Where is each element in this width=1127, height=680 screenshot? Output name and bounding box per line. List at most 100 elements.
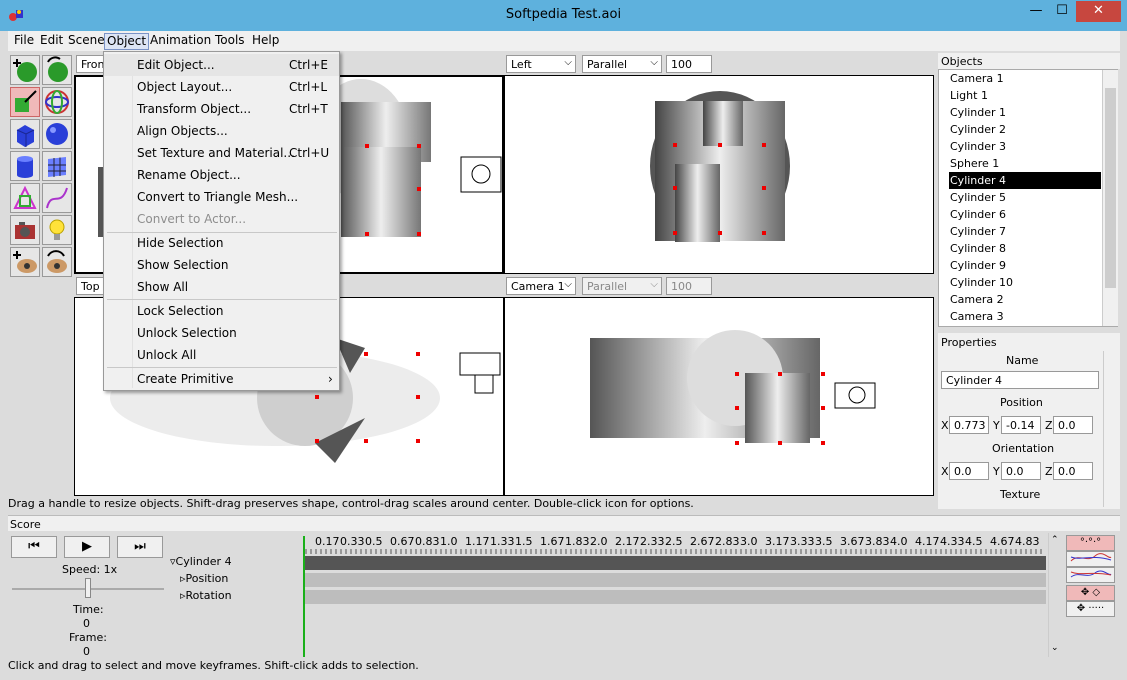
pos-y-label: Y (993, 419, 1000, 432)
list-item[interactable]: Cylinder 1 (949, 104, 1101, 121)
menu-item-align-objects[interactable]: Align Objects... (104, 120, 339, 142)
move-view-icon[interactable] (10, 247, 40, 277)
menu-item-lock-selection[interactable]: Lock Selection (104, 300, 339, 322)
rotate-tool-icon[interactable] (42, 55, 72, 85)
menu-file[interactable]: File (12, 33, 36, 50)
track-bar-rotation[interactable] (304, 590, 1046, 604)
objects-panel-header: Objects (938, 53, 1120, 69)
scale-keyframe-icon[interactable]: ✥ ····· (1066, 601, 1115, 617)
chevron-down-icon[interactable]: ⌄ (1051, 643, 1059, 653)
properties-panel-title: Properties (941, 336, 997, 349)
menu-item-create-primitive[interactable]: Create Primitive › (104, 368, 339, 390)
list-item[interactable]: Cylinder 6 (949, 206, 1101, 223)
cylinder-icon[interactable] (10, 151, 40, 181)
list-item[interactable]: Cylinder 5 (949, 189, 1101, 206)
menu-item-convert-triangle-mesh[interactable]: Convert to Triangle Mesh... (104, 186, 339, 208)
objects-list[interactable]: Camera 1 Light 1 Cylinder 1 Cylinder 2 C… (938, 69, 1118, 327)
position-x-field[interactable]: 0.773 (949, 416, 989, 434)
scale-field[interactable]: 100 (666, 55, 712, 73)
list-item-selected[interactable]: Cylinder 4 (949, 172, 1101, 189)
scale-tool-icon[interactable] (10, 87, 40, 117)
chevron-up-icon[interactable]: ⌃ (1051, 535, 1059, 545)
orientation-z-field[interactable]: 0.0 (1053, 462, 1093, 480)
list-item[interactable]: Cylinder 3 (949, 138, 1101, 155)
menu-item-rename-object[interactable]: Rename Object... (104, 164, 339, 186)
position-z-field[interactable]: 0.0 (1053, 416, 1093, 434)
list-item[interactable]: Cylinder 9 (949, 257, 1101, 274)
polymesh-icon[interactable] (42, 151, 72, 181)
orientation-x-field[interactable]: 0.0 (949, 462, 989, 480)
scroll-thumb[interactable] (1105, 88, 1116, 288)
orient-tool-icon[interactable] (42, 87, 72, 117)
menu-item-show-all[interactable]: Show All (104, 276, 339, 298)
maximize-button[interactable]: ☐ (1049, 1, 1075, 22)
objects-scrollbar[interactable] (1102, 70, 1118, 326)
properties-scrollbar[interactable] (1103, 351, 1119, 507)
minimize-button[interactable]: — (1023, 1, 1049, 22)
list-item[interactable]: Cylinder 8 (949, 240, 1101, 257)
menu-tools[interactable]: Tools (213, 33, 247, 50)
spline-mesh-icon[interactable] (10, 183, 40, 213)
name-field[interactable]: Cylinder 4 (941, 371, 1099, 389)
position-y-field[interactable]: -0.14 (1001, 416, 1041, 434)
viewport-camera[interactable] (504, 297, 934, 496)
menu-item-edit-object[interactable]: Edit Object... Ctrl+E (104, 54, 339, 76)
menu-animation[interactable]: Animation (148, 33, 213, 50)
view-select-left[interactable]: Left ⌵ (506, 55, 576, 73)
curve-view-alt-icon[interactable] (1066, 567, 1115, 583)
track-bar-cylinder[interactable] (304, 556, 1046, 570)
menu-item-set-texture[interactable]: Set Texture and Material... Ctrl+U (104, 142, 339, 164)
keyframe-view-icon[interactable]: °·°·° (1066, 535, 1115, 551)
sphere-icon[interactable] (42, 119, 72, 149)
list-item[interactable]: Camera 3 (949, 308, 1101, 325)
view-select-camera[interactable]: Camera 1 ⌵ (506, 277, 576, 295)
projection-select[interactable]: Parallel ⌵ (582, 55, 662, 73)
menu-item-show-selection[interactable]: Show Selection (104, 254, 339, 276)
track-position[interactable]: ▹Position (180, 572, 228, 585)
menu-item-unlock-selection[interactable]: Unlock Selection (104, 322, 339, 344)
status-text-bottom: Click and drag to select and move keyfra… (8, 659, 419, 672)
window-title: Softpedia Test.aoi (505, 7, 622, 22)
orientation-y-field[interactable]: 0.0 (1001, 462, 1041, 480)
status-text-top: Drag a handle to resize objects. Shift-d… (8, 497, 694, 510)
curve-view-icon[interactable] (1066, 551, 1115, 567)
orient-z-label: Z (1045, 465, 1053, 478)
list-item[interactable]: Cylinder 2 (949, 121, 1101, 138)
list-item[interactable]: Camera 2 (949, 291, 1101, 308)
menu-edit[interactable]: Edit (38, 33, 65, 50)
scale-field-disabled: 100 (666, 277, 712, 295)
viewport-left[interactable] (504, 75, 934, 274)
list-item[interactable]: Cylinder 10 (949, 274, 1101, 291)
camera-icon[interactable] (10, 215, 40, 245)
menu-item-transform-object[interactable]: Transform Object... Ctrl+T (104, 98, 339, 120)
move-tool-icon[interactable] (10, 55, 40, 85)
menu-help[interactable]: Help (250, 33, 281, 50)
menu-object[interactable]: Object (104, 33, 150, 50)
list-item[interactable]: Sphere 1 (949, 155, 1101, 172)
fast-forward-button[interactable]: ⏭ (117, 536, 163, 558)
title-bar: Softpedia Test.aoi — ☐ ✕ (0, 0, 1127, 31)
list-item[interactable]: Camera 1 (949, 70, 1101, 87)
close-button[interactable]: ✕ (1076, 1, 1121, 22)
menu-scene[interactable]: Scene (66, 33, 107, 50)
list-item[interactable]: Light 1 (949, 87, 1101, 104)
play-button[interactable]: ▶ (64, 536, 110, 558)
list-item[interactable]: Cylinder 7 (949, 223, 1101, 240)
time-value: 0 (83, 617, 90, 630)
light-icon[interactable] (42, 215, 72, 245)
menu-item-object-layout[interactable]: Object Layout... Ctrl+L (104, 76, 339, 98)
score-scrollbar[interactable]: ⌃ ⌄ (1048, 533, 1064, 657)
rotate-view-icon[interactable] (42, 247, 72, 277)
track-tree-root[interactable]: ▿Cylinder 4 (170, 555, 232, 568)
speed-slider-thumb[interactable] (85, 578, 91, 598)
track-rotation[interactable]: ▹Rotation (180, 589, 232, 602)
move-keyframe-icon[interactable]: ✥ ◇ (1066, 585, 1115, 601)
menu-item-hide-selection[interactable]: Hide Selection (104, 232, 339, 254)
time-cursor[interactable] (303, 536, 305, 657)
menu-item-unlock-all[interactable]: Unlock All (104, 344, 339, 366)
cube-icon[interactable] (10, 119, 40, 149)
rewind-button[interactable]: ⏮ (11, 536, 57, 558)
track-bar-position[interactable] (304, 573, 1046, 587)
time-ruler[interactable]: 0.17 0.33 0.5 0.67 0.83 1.0 1.17 1.33 1.5 1.67 1.8… (304, 533, 1046, 555)
curve-icon[interactable] (42, 183, 72, 213)
